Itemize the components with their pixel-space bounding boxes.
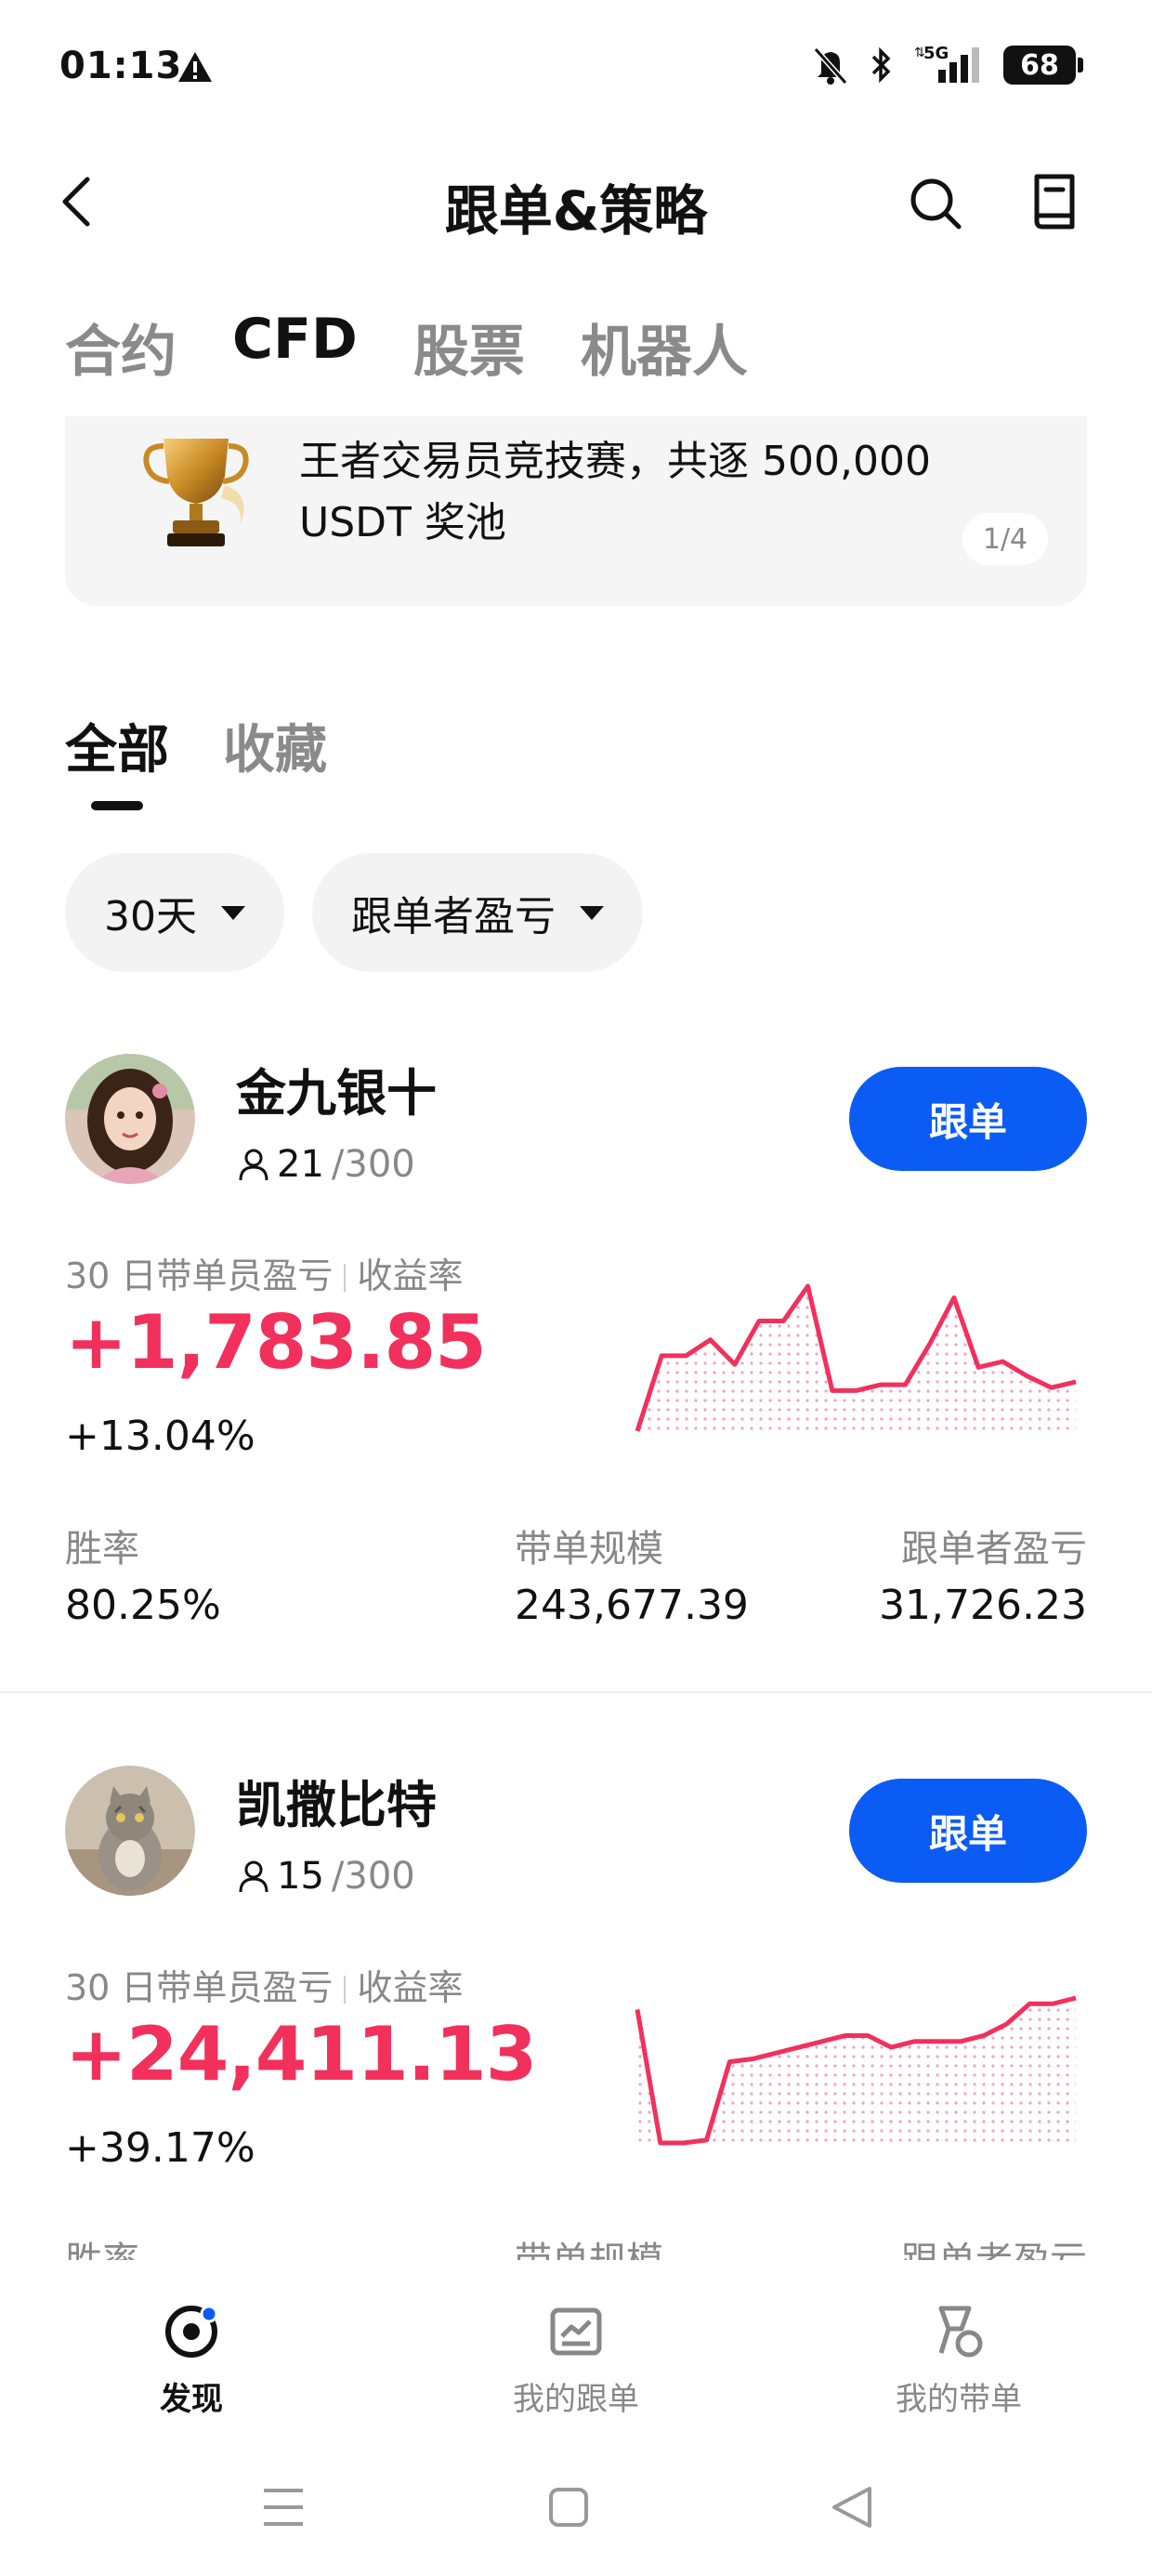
tab-cfd[interactable]: CFD bbox=[232, 307, 358, 388]
sort-filter[interactable]: 跟单者盈亏 bbox=[312, 853, 643, 972]
pnl-value: +24,411.13 bbox=[65, 2011, 537, 2097]
avatar[interactable] bbox=[65, 1766, 195, 1896]
menu-icon[interactable] bbox=[262, 2487, 305, 2528]
nav-my-lead[interactable]: 我的带单 bbox=[838, 2301, 1080, 2419]
stat-label: 跟单者盈亏 bbox=[901, 1528, 1087, 1571]
tab-all[interactable]: 全部 bbox=[65, 708, 169, 810]
user-icon bbox=[239, 1149, 268, 1181]
win-rate-stat: 胜率 80.25% bbox=[65, 1518, 221, 1629]
my-lead-icon bbox=[938, 2306, 983, 2358]
header: 跟单&策略 bbox=[0, 149, 1152, 260]
stat-value: 80.25% bbox=[65, 1582, 221, 1629]
follower-max: /300 bbox=[331, 1855, 415, 1898]
discover-icon bbox=[165, 2305, 218, 2358]
avatar-image bbox=[65, 1054, 195, 1184]
trader-name[interactable]: 凯撒比特 bbox=[236, 1764, 437, 1837]
metric-label: 30 日带单员盈亏 收益率 bbox=[65, 1247, 463, 1298]
signal-icon: 5G ⇅ bbox=[914, 44, 983, 85]
book-icon bbox=[1034, 174, 1075, 230]
battery-level: 68 bbox=[1020, 48, 1059, 82]
follower-current: 15 bbox=[277, 1855, 324, 1898]
period-filter-label: 30天 bbox=[104, 893, 197, 940]
status-time: 01:13 bbox=[59, 45, 183, 87]
battery-icon: 68 bbox=[1003, 46, 1083, 85]
sparkline-area bbox=[637, 1286, 1076, 1431]
metric-label-pnl: 30 日带单员盈亏 bbox=[65, 1967, 334, 2008]
tab-futures[interactable]: 合约 bbox=[65, 307, 177, 388]
stat-label: 胜率 bbox=[65, 1528, 139, 1571]
roi-value: +39.17% bbox=[65, 2124, 255, 2172]
home-icon[interactable] bbox=[548, 2487, 589, 2528]
metric-separator bbox=[344, 1976, 347, 2004]
nav-label: 我的跟单 bbox=[513, 2381, 639, 2418]
nav-label: 我的带单 bbox=[896, 2381, 1022, 2418]
tab-favorites[interactable]: 收藏 bbox=[223, 708, 327, 783]
bell-muted-icon bbox=[813, 47, 848, 85]
sub-tabs: 全部 收藏 bbox=[65, 708, 327, 810]
nav-discover[interactable]: 发现 bbox=[71, 2301, 312, 2419]
metric-label-roi: 收益率 bbox=[357, 1255, 464, 1296]
bluetooth-icon bbox=[871, 46, 891, 84]
follower-count: 15/300 bbox=[238, 1855, 415, 1898]
category-tabs: 合约 CFD 股票 机器人 bbox=[65, 307, 748, 388]
stat-value: 31,726.23 bbox=[879, 1582, 1087, 1629]
period-filter[interactable]: 30天 bbox=[65, 853, 284, 972]
avatar[interactable] bbox=[65, 1054, 195, 1184]
network-type: 5G bbox=[923, 44, 949, 63]
nav-my-copy[interactable]: 我的跟单 bbox=[455, 2301, 697, 2419]
follower-count: 21/300 bbox=[238, 1143, 415, 1186]
page-title: 跟单&策略 bbox=[444, 179, 708, 243]
my-copy-icon bbox=[550, 2307, 602, 2356]
promo-banner[interactable]: 王者交易员竞技赛，共逐 500,000 USDT 奖池 1/4 bbox=[65, 416, 1087, 606]
follow-button[interactable]: 跟单 bbox=[849, 1067, 1087, 1171]
follow-button[interactable]: 跟单 bbox=[849, 1779, 1087, 1883]
follower-max: /300 bbox=[331, 1143, 415, 1186]
pnl-sparkline bbox=[635, 1995, 1077, 2146]
metric-label: 30 日带单员盈亏 收益率 bbox=[65, 1959, 463, 2010]
card-divider bbox=[0, 1691, 1152, 1693]
banner-page-indicator: 1/4 bbox=[962, 513, 1048, 565]
user-icon bbox=[239, 1860, 268, 1893]
pnl-value: +1,783.85 bbox=[65, 1299, 487, 1386]
stat-value: 243,677.39 bbox=[515, 1582, 749, 1629]
guide-button[interactable] bbox=[1022, 169, 1087, 234]
sort-filter-label: 跟单者盈亏 bbox=[351, 893, 556, 940]
metric-label-roi: 收益率 bbox=[357, 1967, 464, 2008]
nav-label: 发现 bbox=[160, 2381, 223, 2418]
filter-bar: 30天 跟单者盈亏 bbox=[65, 853, 643, 972]
stat-label: 带单规模 bbox=[515, 1528, 663, 1571]
avatar-image bbox=[65, 1766, 195, 1896]
tab-bots[interactable]: 机器人 bbox=[581, 307, 748, 388]
warning-icon bbox=[178, 52, 212, 82]
search-button[interactable] bbox=[903, 171, 968, 236]
trophy-icon bbox=[143, 439, 249, 546]
search-icon bbox=[910, 178, 962, 230]
back-triangle-icon[interactable] bbox=[831, 2485, 873, 2530]
trader-card[interactable]: 金九银十 21/300 跟单 30 日带单员盈亏 收益率 +1,783.85 +1… bbox=[65, 1054, 1087, 1649]
roi-value: +13.04% bbox=[65, 1413, 255, 1460]
caret-down-icon bbox=[580, 905, 604, 920]
pnl-sparkline bbox=[635, 1283, 1077, 1432]
trader-name[interactable]: 金九银十 bbox=[236, 1052, 437, 1125]
aum-stat: 带单规模 243,677.39 bbox=[515, 1518, 749, 1629]
tab-stocks[interactable]: 股票 bbox=[413, 307, 525, 388]
trader-card[interactable]: 凯撒比特 15/300 跟单 30 日带单员盈亏 收益率 +24,411.13 +… bbox=[65, 1766, 1087, 2286]
metric-separator bbox=[344, 1264, 347, 1292]
metric-label-pnl: 30 日带单员盈亏 bbox=[65, 1255, 334, 1296]
caret-down-icon bbox=[221, 905, 245, 920]
system-nav bbox=[0, 2453, 1152, 2556]
follower-pnl-stat: 跟单者盈亏 31,726.23 bbox=[879, 1518, 1087, 1629]
banner-text: 王者交易员竞技赛，共逐 500,000 USDT 奖池 bbox=[299, 438, 931, 546]
status-bar: 01:13 5G ⇅ 68 bbox=[0, 0, 1152, 139]
follower-current: 21 bbox=[277, 1143, 324, 1186]
